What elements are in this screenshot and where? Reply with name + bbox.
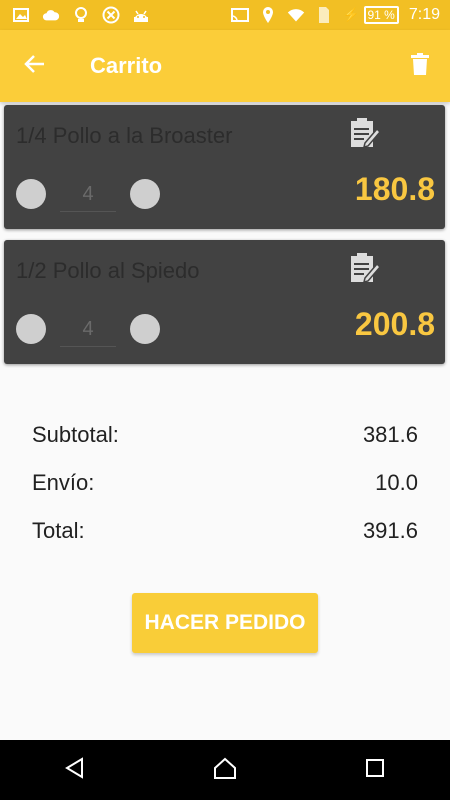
edit-note-icon[interactable] bbox=[347, 115, 383, 151]
shipping-label: Envío: bbox=[32, 470, 95, 495]
close-circle-icon bbox=[102, 6, 120, 24]
android-icon bbox=[132, 6, 150, 24]
clock: 7:19 bbox=[408, 6, 440, 23]
image-icon bbox=[12, 6, 30, 24]
recents-icon bbox=[365, 758, 385, 782]
total-label: Total: bbox=[32, 518, 85, 543]
quantity-field[interactable]: 4 bbox=[60, 312, 116, 347]
place-order-button[interactable]: HACER PEDIDO bbox=[132, 593, 318, 653]
arrow-back-icon bbox=[24, 53, 46, 79]
navigation-bar bbox=[0, 740, 450, 800]
item-name: 1/4 Pollo a la Broaster bbox=[16, 123, 233, 148]
quantity-field[interactable]: 4 bbox=[60, 177, 116, 212]
total-row: Total: 391.6 bbox=[32, 518, 418, 544]
total-value: 391.6 bbox=[362, 518, 418, 543]
nav-home-button[interactable] bbox=[195, 740, 255, 800]
page-title: Carrito bbox=[90, 53, 163, 78]
sim-icon bbox=[315, 6, 333, 24]
increase-quantity-button[interactable] bbox=[130, 179, 160, 209]
cart-item: 1/2 Pollo al Spiedo 4 200.8 bbox=[4, 240, 445, 364]
back-button[interactable] bbox=[0, 30, 70, 102]
decrease-quantity-button[interactable] bbox=[16, 179, 46, 209]
subtotal-row: Subtotal: 381.6 bbox=[32, 422, 418, 448]
notification-icons bbox=[0, 6, 150, 24]
item-price: 180.8 bbox=[354, 171, 435, 207]
cart-item: 1/4 Pollo a la Broaster 4 180.8 bbox=[4, 105, 445, 229]
nav-recents-button[interactable] bbox=[345, 740, 405, 800]
status-bar: ⚡ 91 % 7:19 bbox=[0, 0, 450, 30]
cast-icon bbox=[231, 6, 250, 24]
edit-note-icon[interactable] bbox=[347, 250, 383, 286]
lightbulb-icon bbox=[72, 6, 90, 24]
item-name: 1/2 Pollo al Spiedo bbox=[16, 258, 200, 283]
charging-icon: ⚡ bbox=[343, 7, 360, 22]
nav-back-button[interactable] bbox=[45, 740, 105, 800]
increase-quantity-button[interactable] bbox=[130, 314, 160, 344]
home-icon bbox=[213, 757, 237, 783]
shipping-row: Envío: 10.0 bbox=[32, 470, 418, 496]
shipping-value: 10.0 bbox=[375, 470, 418, 495]
trash-icon bbox=[411, 53, 429, 79]
subtotal-value: 381.6 bbox=[362, 422, 418, 447]
app-bar: Carrito bbox=[0, 30, 450, 102]
subtotal-label: Subtotal: bbox=[32, 422, 119, 447]
delete-cart-button[interactable] bbox=[390, 30, 450, 102]
cloud-icon bbox=[42, 6, 60, 24]
back-triangle-icon bbox=[64, 757, 86, 783]
battery-indicator: ⚡ 91 % bbox=[343, 6, 399, 24]
item-price: 200.8 bbox=[354, 306, 435, 342]
decrease-quantity-button[interactable] bbox=[16, 314, 46, 344]
location-icon bbox=[259, 6, 277, 24]
battery-level: 91 % bbox=[363, 6, 399, 24]
system-icons: ⚡ 91 % 7:19 bbox=[231, 6, 450, 24]
wifi-icon bbox=[287, 6, 305, 24]
